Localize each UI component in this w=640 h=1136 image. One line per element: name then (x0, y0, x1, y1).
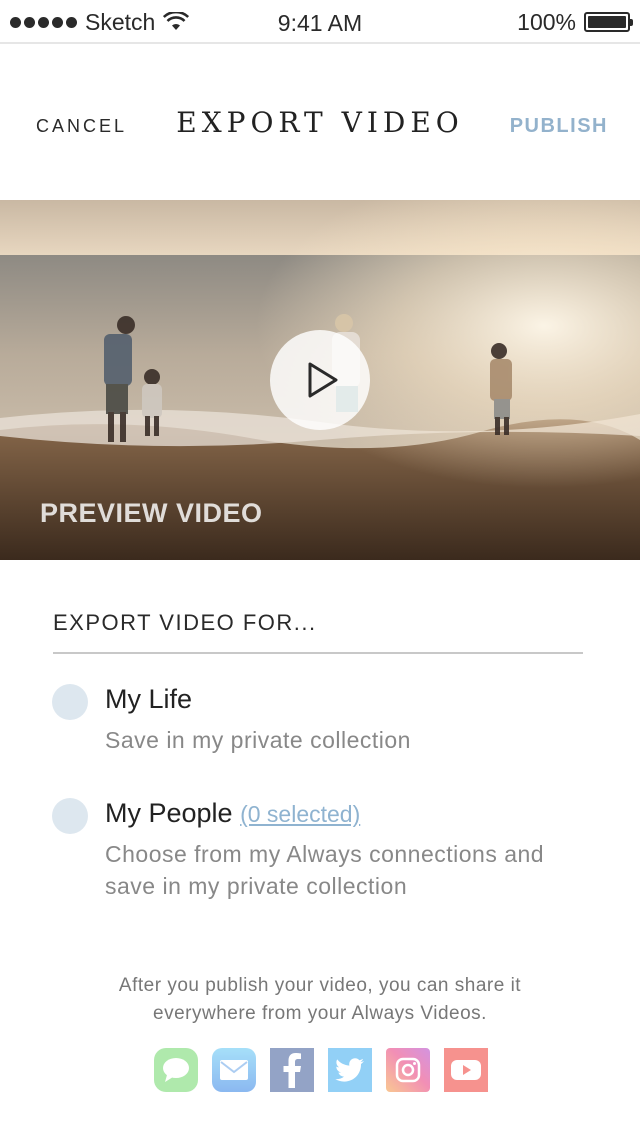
share-note-line-2: everywhere from your Always Videos. (153, 1003, 487, 1024)
messages-icon[interactable] (154, 1048, 198, 1092)
play-icon (308, 362, 338, 398)
my-life-title: My Life (105, 684, 193, 714)
battery-percent: 100% (517, 8, 576, 35)
facebook-icon[interactable] (270, 1048, 314, 1092)
mail-icon[interactable] (212, 1048, 256, 1092)
play-button[interactable] (270, 330, 370, 430)
status-right: 100% (517, 8, 633, 36)
nav-bar: CANCEL EXPORT VIDEO PUBLISH (0, 46, 640, 200)
share-note-line-1: After you publish your video, you can sh… (118, 975, 522, 996)
twitter-icon[interactable] (328, 1048, 372, 1092)
share-icons-row (154, 1048, 488, 1092)
my-people-radio[interactable] (52, 798, 88, 834)
my-people-title-row: My People (0 selected) (105, 798, 360, 829)
share-note: After you publish your video, you can sh… (0, 972, 640, 1028)
preview-video-label[interactable]: PREVIEW VIDEO (40, 498, 263, 529)
instagram-icon[interactable] (386, 1048, 430, 1092)
status-bar: Sketch 9:41 AM 100% (0, 0, 640, 44)
my-life-radio[interactable] (52, 684, 88, 720)
my-people-description: Choose from my Always connections and sa… (105, 841, 545, 899)
export-section-title: EXPORT VIDEO FOR... (53, 610, 317, 635)
video-preview[interactable]: PREVIEW VIDEO (0, 200, 640, 560)
section-divider (53, 652, 583, 654)
publish-button[interactable]: PUBLISH (510, 115, 608, 138)
my-life-description: Save in my private collection (105, 727, 411, 753)
selected-count-link[interactable]: (0 selected) (240, 801, 360, 827)
my-people-title: My People (105, 798, 233, 828)
youtube-icon[interactable] (444, 1048, 488, 1092)
battery-icon (584, 12, 633, 32)
